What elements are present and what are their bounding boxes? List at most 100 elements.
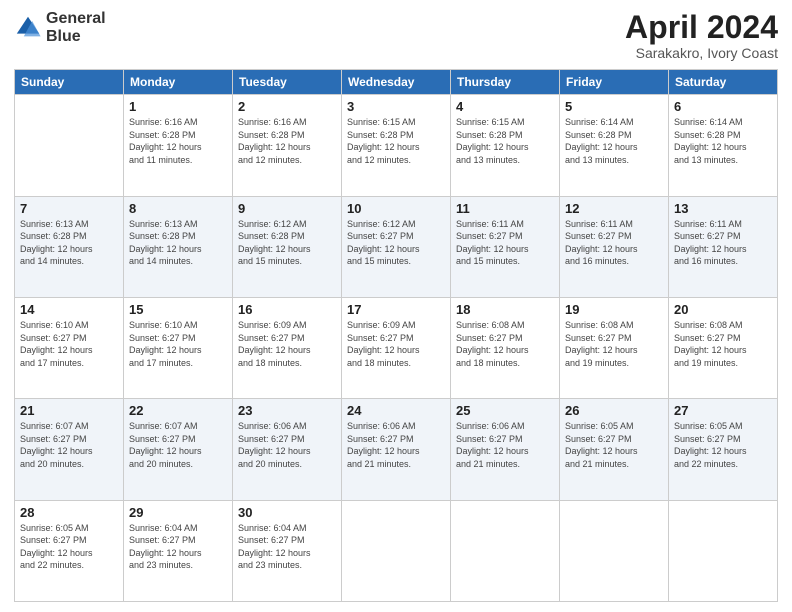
day-number: 7: [20, 201, 118, 216]
day-number: 10: [347, 201, 445, 216]
day-info: Sunrise: 6:07 AM Sunset: 6:27 PM Dayligh…: [20, 420, 118, 470]
day-cell: 6Sunrise: 6:14 AM Sunset: 6:28 PM Daylig…: [669, 95, 778, 196]
logo-line2: Blue: [46, 28, 106, 46]
header: General Blue April 2024 Sarakakro, Ivory…: [14, 10, 778, 61]
day-cell: 9 Sunrise: 6:12 AM Sunset: 6:28 PM Daylig…: [233, 196, 342, 297]
logo-line1: General: [46, 10, 106, 28]
day-number: 14: [20, 302, 118, 317]
day-info: Sunrise: 6:06 AM Sunset: 6:27 PM Dayligh…: [347, 420, 445, 470]
day-number: 27: [674, 403, 772, 418]
day-number: 13: [674, 201, 772, 216]
day-cell: [342, 500, 451, 601]
day-cell: [15, 95, 124, 196]
day-number: 9: [238, 201, 336, 216]
day-number: 17: [347, 302, 445, 317]
day-cell: 15 Sunrise: 6:10 AM Sunset: 6:27 PM Dayli…: [124, 297, 233, 398]
week-row: 28 Sunrise: 6:05 AM Sunset: 6:27 PM Dayli…: [15, 500, 778, 601]
calendar-header: SundayMondayTuesdayWednesdayThursdayFrid…: [15, 70, 778, 95]
day-number: 19: [565, 302, 663, 317]
day-number: 15: [129, 302, 227, 317]
day-info: Sunrise: 6:08 AM Sunset: 6:27 PM Dayligh…: [456, 319, 554, 369]
day-number: 23: [238, 403, 336, 418]
day-number: 25: [456, 403, 554, 418]
day-header-friday: Friday: [560, 70, 669, 95]
day-info: Sunrise: 6:10 AM Sunset: 6:27 PM Dayligh…: [129, 319, 227, 369]
day-cell: 7 Sunrise: 6:13 AM Sunset: 6:28 PM Daylig…: [15, 196, 124, 297]
day-info: Sunrise: 6:11 AM Sunset: 6:27 PM Dayligh…: [456, 218, 554, 268]
day-cell: 13 Sunrise: 6:11 AM Sunset: 6:27 PM Dayli…: [669, 196, 778, 297]
calendar: SundayMondayTuesdayWednesdayThursdayFrid…: [14, 69, 778, 602]
day-number: 29: [129, 505, 227, 520]
day-cell: 12 Sunrise: 6:11 AM Sunset: 6:27 PM Dayli…: [560, 196, 669, 297]
day-cell: 14 Sunrise: 6:10 AM Sunset: 6:27 PM Dayli…: [15, 297, 124, 398]
day-info: Sunrise: 6:08 AM Sunset: 6:27 PM Dayligh…: [674, 319, 772, 369]
day-number: 11: [456, 201, 554, 216]
day-cell: 30 Sunrise: 6:04 AM Sunset: 6:27 PM Dayli…: [233, 500, 342, 601]
page: General Blue April 2024 Sarakakro, Ivory…: [0, 0, 792, 612]
day-cell: 16Sunrise: 6:09 AM Sunset: 6:27 PM Dayli…: [233, 297, 342, 398]
logo-icon: [14, 14, 42, 42]
day-info: Sunrise: 6:11 AM Sunset: 6:27 PM Dayligh…: [674, 218, 772, 268]
day-number: 5: [565, 99, 663, 114]
day-info: Sunrise: 6:04 AM Sunset: 6:27 PM Dayligh…: [238, 522, 336, 572]
day-number: 24: [347, 403, 445, 418]
day-cell: 11 Sunrise: 6:11 AM Sunset: 6:27 PM Dayli…: [451, 196, 560, 297]
day-number: 30: [238, 505, 336, 520]
day-info: Sunrise: 6:06 AM Sunset: 6:27 PM Dayligh…: [456, 420, 554, 470]
day-info: Sunrise: 6:15 AM Sunset: 6:28 PM Dayligh…: [347, 116, 445, 166]
day-number: 26: [565, 403, 663, 418]
day-info: Sunrise: 6:13 AM Sunset: 6:28 PM Dayligh…: [20, 218, 118, 268]
day-cell: [451, 500, 560, 601]
week-row: 21 Sunrise: 6:07 AM Sunset: 6:27 PM Dayli…: [15, 399, 778, 500]
day-number: 8: [129, 201, 227, 216]
day-info: Sunrise: 6:15 AM Sunset: 6:28 PM Dayligh…: [456, 116, 554, 166]
day-info: Sunrise: 6:07 AM Sunset: 6:27 PM Dayligh…: [129, 420, 227, 470]
day-cell: 17Sunrise: 6:09 AM Sunset: 6:27 PM Dayli…: [342, 297, 451, 398]
day-number: 16: [238, 302, 336, 317]
day-number: 20: [674, 302, 772, 317]
day-cell: 5Sunrise: 6:14 AM Sunset: 6:28 PM Daylig…: [560, 95, 669, 196]
day-number: 18: [456, 302, 554, 317]
day-info: Sunrise: 6:04 AM Sunset: 6:27 PM Dayligh…: [129, 522, 227, 572]
day-cell: 20 Sunrise: 6:08 AM Sunset: 6:27 PM Dayli…: [669, 297, 778, 398]
day-info: Sunrise: 6:05 AM Sunset: 6:27 PM Dayligh…: [565, 420, 663, 470]
day-number: 3: [347, 99, 445, 114]
day-cell: 1 Sunrise: 6:16 AM Sunset: 6:28 PM Daylig…: [124, 95, 233, 196]
day-cell: 25 Sunrise: 6:06 AM Sunset: 6:27 PM Dayli…: [451, 399, 560, 500]
day-info: Sunrise: 6:16 AM Sunset: 6:28 PM Dayligh…: [129, 116, 227, 166]
day-cell: 19 Sunrise: 6:08 AM Sunset: 6:27 PM Dayli…: [560, 297, 669, 398]
day-info: Sunrise: 6:05 AM Sunset: 6:27 PM Dayligh…: [20, 522, 118, 572]
day-cell: 4Sunrise: 6:15 AM Sunset: 6:28 PM Daylig…: [451, 95, 560, 196]
day-number: 28: [20, 505, 118, 520]
day-info: Sunrise: 6:10 AM Sunset: 6:27 PM Dayligh…: [20, 319, 118, 369]
week-row: 14 Sunrise: 6:10 AM Sunset: 6:27 PM Dayli…: [15, 297, 778, 398]
day-info: Sunrise: 6:14 AM Sunset: 6:28 PM Dayligh…: [674, 116, 772, 166]
day-cell: 24 Sunrise: 6:06 AM Sunset: 6:27 PM Dayli…: [342, 399, 451, 500]
week-row: 1 Sunrise: 6:16 AM Sunset: 6:28 PM Daylig…: [15, 95, 778, 196]
day-header-thursday: Thursday: [451, 70, 560, 95]
day-cell: 8Sunrise: 6:13 AM Sunset: 6:28 PM Daylig…: [124, 196, 233, 297]
logo-text: General Blue: [46, 10, 106, 45]
title-block: April 2024 Sarakakro, Ivory Coast: [625, 10, 778, 61]
day-cell: 10Sunrise: 6:12 AM Sunset: 6:27 PM Dayli…: [342, 196, 451, 297]
day-cell: 21 Sunrise: 6:07 AM Sunset: 6:27 PM Dayli…: [15, 399, 124, 500]
day-info: Sunrise: 6:12 AM Sunset: 6:28 PM Dayligh…: [238, 218, 336, 268]
day-cell: 22Sunrise: 6:07 AM Sunset: 6:27 PM Dayli…: [124, 399, 233, 500]
day-number: 2: [238, 99, 336, 114]
week-row: 7 Sunrise: 6:13 AM Sunset: 6:28 PM Daylig…: [15, 196, 778, 297]
day-info: Sunrise: 6:08 AM Sunset: 6:27 PM Dayligh…: [565, 319, 663, 369]
day-number: 12: [565, 201, 663, 216]
day-header-monday: Monday: [124, 70, 233, 95]
day-info: Sunrise: 6:06 AM Sunset: 6:27 PM Dayligh…: [238, 420, 336, 470]
day-number: 1: [129, 99, 227, 114]
day-info: Sunrise: 6:11 AM Sunset: 6:27 PM Dayligh…: [565, 218, 663, 268]
header-row: SundayMondayTuesdayWednesdayThursdayFrid…: [15, 70, 778, 95]
day-info: Sunrise: 6:05 AM Sunset: 6:27 PM Dayligh…: [674, 420, 772, 470]
day-header-saturday: Saturday: [669, 70, 778, 95]
day-cell: [560, 500, 669, 601]
logo: General Blue: [14, 10, 106, 45]
day-number: 21: [20, 403, 118, 418]
day-info: Sunrise: 6:16 AM Sunset: 6:28 PM Dayligh…: [238, 116, 336, 166]
day-cell: 28 Sunrise: 6:05 AM Sunset: 6:27 PM Dayli…: [15, 500, 124, 601]
day-cell: 26 Sunrise: 6:05 AM Sunset: 6:27 PM Dayli…: [560, 399, 669, 500]
